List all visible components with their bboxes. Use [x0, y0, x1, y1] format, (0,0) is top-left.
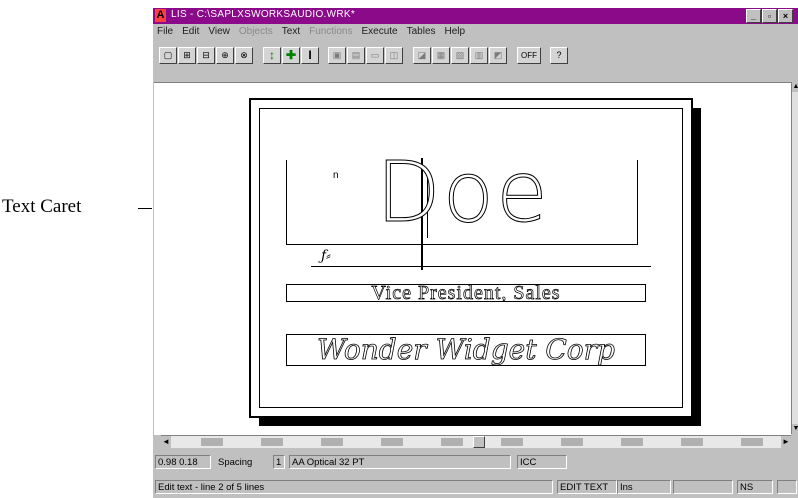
- design-canvas[interactable]: n Doe ƒ⸗ Vice President, Sales Wonder Wi…: [154, 82, 791, 435]
- cursor-coordinates: 0.98 0.18: [155, 455, 211, 469]
- menu-execute[interactable]: Execute: [361, 25, 397, 39]
- ruler-segment: [381, 438, 403, 446]
- menu-functions[interactable]: Functions: [309, 25, 352, 39]
- vertical-scrollbar[interactable]: ▲ ▼: [791, 82, 798, 434]
- tool-zoom-in-button[interactable]: ⊕: [216, 47, 234, 64]
- tool-field-button[interactable]: ▭: [366, 47, 384, 64]
- tool-line-button[interactable]: ◪: [413, 47, 431, 64]
- title-bar[interactable]: A LIS - C:\SAPLXSWORKSAUDIO.WRK* _ ▫ ×: [153, 8, 798, 24]
- status-extra-field: ICC: [517, 455, 567, 469]
- name-text[interactable]: Doe: [376, 150, 550, 235]
- ruler-segment: [321, 438, 343, 446]
- tool-off-button[interactable]: OFF: [517, 47, 541, 64]
- application-window: A LIS - C:\SAPLXSWORKSAUDIO.WRK* _ ▫ × F…: [152, 7, 798, 498]
- insert-mode-indicator: Ins: [617, 480, 671, 494]
- status-corner-field: [777, 480, 797, 494]
- help-pointer-button[interactable]: ?: [550, 47, 568, 64]
- menu-objects[interactable]: Objects: [239, 25, 273, 39]
- menu-edit[interactable]: Edit: [182, 25, 199, 39]
- font-selector[interactable]: AA Optical 32 PT: [289, 455, 511, 469]
- window-title: LIS - C:\SAPLXSWORKSAUDIO.WRK*: [171, 9, 356, 20]
- status-blank-field: [673, 480, 733, 494]
- menu-bar: File Edit View Objects Text Functions Ex…: [153, 25, 798, 39]
- tool-move-button[interactable]: ↕: [263, 47, 281, 64]
- horizontal-scrollbar[interactable]: ◄ ►: [161, 435, 791, 448]
- menu-file[interactable]: File: [157, 25, 173, 39]
- toolbar: ▢ ⊞ ⊟ ⊕ ⊗ ↕ ✚ I ▣ ▤ ▭ ◫ ◪ ▦ ▧ ▥ ◩ OFF ?: [153, 41, 798, 69]
- status-bar-bottom: Edit text - line 2 of 5 lines EDIT TEXT …: [153, 480, 798, 497]
- ruler-segment: [681, 438, 703, 446]
- maximize-button[interactable]: ▫: [762, 9, 777, 23]
- tool-columns-button[interactable]: ▥: [470, 47, 488, 64]
- ruler-segment: [561, 438, 583, 446]
- scroll-left-arrow-icon[interactable]: ◄: [161, 436, 171, 448]
- menu-text[interactable]: Text: [282, 25, 300, 39]
- ruler-segment: [441, 438, 463, 446]
- menu-help[interactable]: Help: [445, 25, 466, 39]
- squiggle-mark: ƒ⸗: [321, 248, 331, 264]
- company-field[interactable]: Wonder Widget Corp: [286, 334, 646, 366]
- tool-barcode-button[interactable]: ▦: [432, 47, 450, 64]
- scroll-up-arrow-icon[interactable]: ▲: [792, 82, 798, 92]
- tool-text-button[interactable]: I: [301, 47, 319, 64]
- status-message: Edit text - line 2 of 5 lines: [155, 480, 553, 494]
- name-underline: [311, 266, 651, 267]
- scroll-down-arrow-icon[interactable]: ▼: [792, 424, 798, 434]
- tool-group-button[interactable]: ⊟: [197, 47, 215, 64]
- tool-table-button[interactable]: ▤: [347, 47, 365, 64]
- ruler-segment: [261, 438, 283, 446]
- small-mark: n: [333, 170, 339, 181]
- tool-frame-button[interactable]: ◩: [489, 47, 507, 64]
- status-bar-top: 0.98 0.18 Spacing 1 AA Optical 32 PT ICC: [153, 455, 798, 473]
- app-icon[interactable]: A: [155, 9, 166, 22]
- ruler-segment: [741, 438, 763, 446]
- tool-chart-button[interactable]: ▧: [451, 47, 469, 64]
- menu-view[interactable]: View: [208, 25, 230, 39]
- minimize-button[interactable]: _: [746, 9, 761, 23]
- tool-grid-button[interactable]: ⊞: [178, 47, 196, 64]
- scroll-thumb[interactable]: [473, 436, 485, 448]
- scroll-right-arrow-icon[interactable]: ►: [781, 436, 791, 448]
- tool-select-button[interactable]: ▢: [159, 47, 177, 64]
- job-title-field[interactable]: Vice President, Sales: [286, 284, 646, 302]
- spacing-value[interactable]: 1: [273, 455, 285, 469]
- menu-tables[interactable]: Tables: [407, 25, 436, 39]
- tool-image-button[interactable]: ◫: [385, 47, 403, 64]
- tool-add-button[interactable]: ✚: [282, 47, 300, 64]
- text-caret-callout-label: Text Caret: [2, 196, 82, 217]
- tool-box-button[interactable]: ▣: [328, 47, 346, 64]
- ns-indicator: NS: [737, 480, 773, 494]
- edit-mode-indicator: EDIT TEXT: [557, 480, 617, 494]
- tool-zoom-out-button[interactable]: ⊗: [235, 47, 253, 64]
- ruler-segment: [201, 438, 223, 446]
- close-button[interactable]: ×: [778, 9, 793, 23]
- ruler-segment: [621, 438, 643, 446]
- ruler-segment: [501, 438, 523, 446]
- spacing-label: Spacing: [218, 457, 253, 468]
- business-card[interactable]: n Doe ƒ⸗ Vice President, Sales Wonder Wi…: [249, 98, 693, 418]
